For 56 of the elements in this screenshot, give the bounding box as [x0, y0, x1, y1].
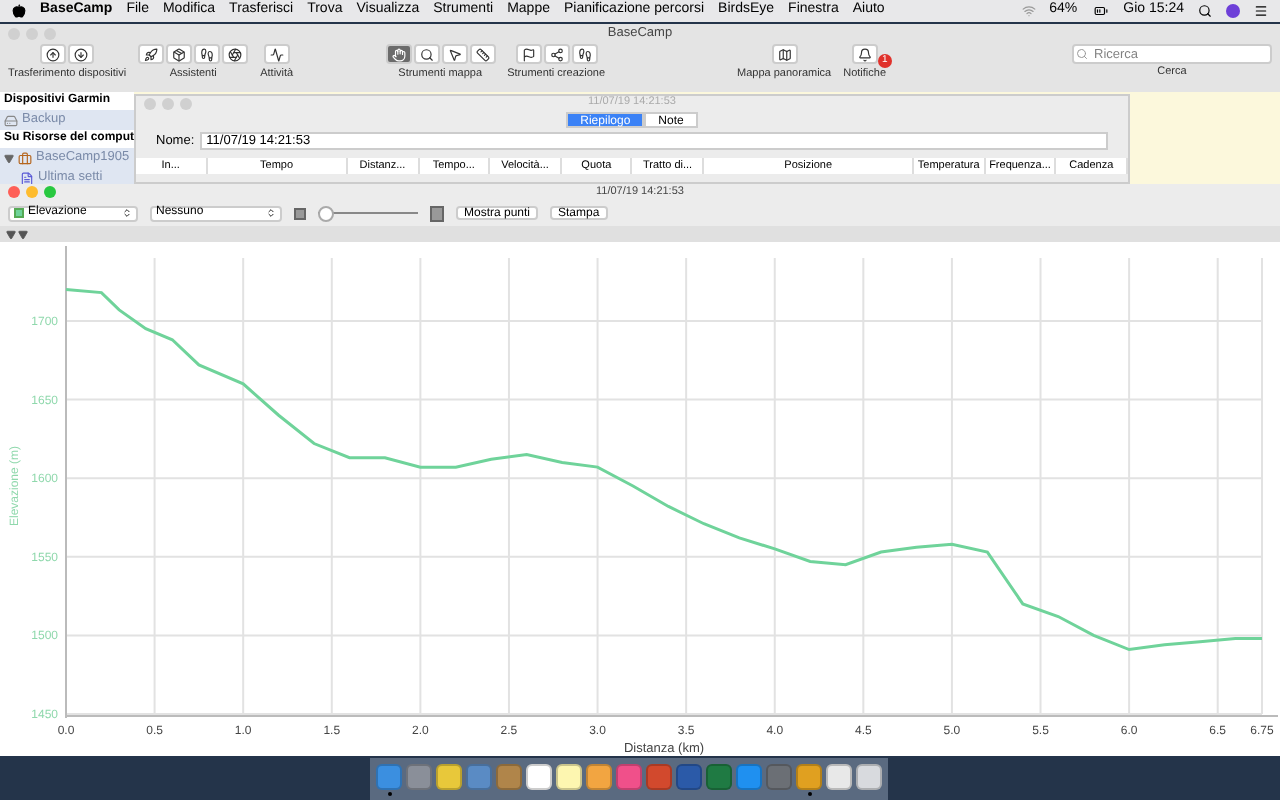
app-icon[interactable]	[526, 763, 552, 789]
battery-icon[interactable]	[1091, 4, 1110, 18]
slider-thumb[interactable]	[318, 205, 334, 221]
apple-icon[interactable]	[12, 4, 26, 18]
toolbar-button[interactable]	[771, 44, 798, 64]
toolbar-button[interactable]	[571, 44, 598, 64]
tool-icon	[549, 47, 564, 61]
toolbar-button[interactable]	[166, 44, 193, 64]
stepper-icon	[266, 208, 276, 218]
tool-icon	[419, 47, 434, 61]
tool-icon	[857, 47, 872, 61]
drive-icon	[4, 113, 18, 127]
tool-icon	[475, 47, 490, 61]
tool-icon	[447, 47, 462, 61]
toolbar-button[interactable]	[851, 44, 878, 64]
tool-icon	[521, 47, 536, 61]
app-icon[interactable]	[796, 763, 822, 789]
app-icon[interactable]	[556, 763, 582, 789]
zoom-slider[interactable]	[318, 205, 418, 221]
tool-icon	[46, 47, 61, 61]
toolbar-button[interactable]	[68, 44, 95, 64]
folder-icon	[18, 151, 32, 165]
toolbar-button[interactable]	[515, 44, 542, 64]
document-icon	[20, 171, 34, 185]
app-icon[interactable]	[856, 763, 882, 789]
tool-icon	[172, 47, 187, 61]
app-icon[interactable]	[826, 763, 852, 789]
app-icon[interactable]	[586, 763, 612, 789]
marker-icon[interactable]	[18, 229, 28, 239]
tool-icon	[144, 47, 159, 61]
app-icon[interactable]	[436, 763, 462, 789]
marker-icon[interactable]	[6, 229, 16, 239]
tool-icon	[577, 47, 592, 61]
toolbar-button[interactable]	[263, 44, 290, 64]
legend-swatch-icon	[14, 208, 24, 218]
tool-icon	[200, 47, 215, 61]
search-icon[interactable]	[1198, 4, 1212, 18]
zoom-in-icon[interactable]	[430, 205, 444, 221]
search-icon	[1076, 48, 1088, 60]
disclosure-icon[interactable]	[4, 153, 14, 163]
tool-icon	[391, 47, 406, 61]
stepper-icon	[122, 208, 132, 218]
tool-icon	[777, 47, 792, 61]
toolbar-button[interactable]	[194, 44, 221, 64]
toolbar-button[interactable]	[40, 44, 67, 64]
toolbar-button[interactable]	[543, 44, 570, 64]
menu-icon[interactable]	[1254, 4, 1268, 18]
toolbar-button[interactable]	[138, 44, 165, 64]
tool-icon	[269, 47, 284, 61]
zoom-out-icon[interactable]	[294, 207, 306, 219]
tool-icon	[74, 47, 89, 61]
toolbar-button[interactable]	[441, 44, 468, 64]
tool-icon	[228, 47, 243, 61]
toolbar-button[interactable]	[222, 44, 249, 64]
toolbar-button[interactable]	[413, 44, 440, 64]
toolbar-button[interactable]	[469, 44, 496, 64]
